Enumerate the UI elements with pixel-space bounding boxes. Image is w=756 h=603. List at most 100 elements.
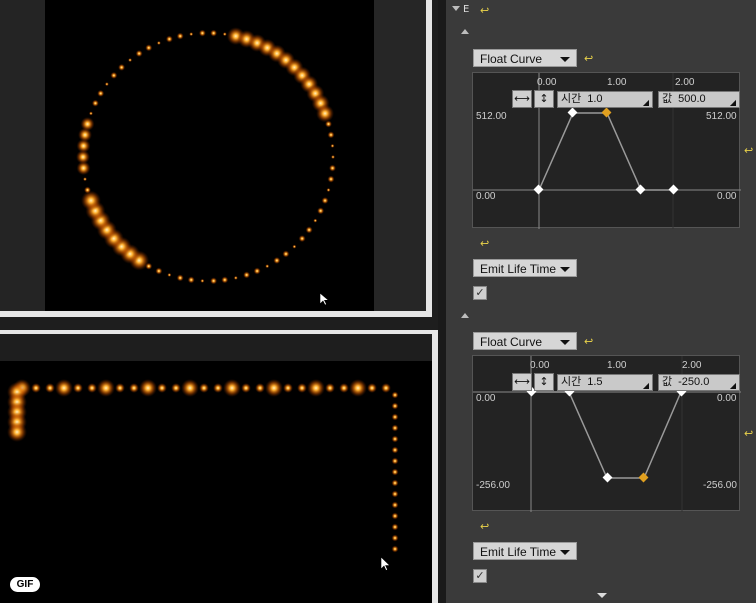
mouse-cursor-icon	[380, 556, 391, 571]
particle	[91, 99, 99, 107]
particle	[115, 383, 125, 393]
emit-life-time-dropdown[interactable]: Emit Life Time	[473, 542, 577, 560]
enabled-checkbox[interactable]: ✓	[473, 569, 487, 583]
value-value: -250.0	[678, 376, 710, 388]
enabled-checkbox[interactable]: ✓	[473, 286, 487, 300]
fit-vertical-button[interactable]: ↕	[534, 373, 554, 391]
key-time-field[interactable]: 시간 1.5 ◢	[557, 374, 653, 391]
particle	[167, 272, 172, 277]
expand-arrow-icon[interactable]	[452, 6, 460, 11]
particle	[391, 479, 399, 487]
particle-path	[7, 379, 399, 553]
particle	[391, 545, 399, 553]
key-time-field[interactable]: 시간 1.0 ◢	[557, 91, 653, 108]
fit-horizontal-button[interactable]: ⟷	[512, 90, 532, 108]
particle	[330, 143, 335, 148]
y-max-label: 0.00	[476, 393, 496, 404]
chevron-down-icon	[560, 550, 570, 555]
particle	[331, 155, 335, 159]
particle	[104, 82, 109, 87]
particle	[118, 63, 126, 71]
particle	[181, 379, 199, 397]
particle	[327, 175, 335, 183]
particle	[187, 276, 195, 284]
particle	[165, 35, 173, 43]
curve-type-dropdown[interactable]: Float Curve	[473, 49, 577, 67]
value-value: 500.0	[678, 93, 706, 105]
axis-tick-label: 0.00	[537, 77, 557, 88]
particle	[305, 226, 313, 234]
reset-to-default-icon[interactable]: ↩	[480, 5, 489, 16]
section-label: E	[463, 4, 470, 15]
particle	[189, 32, 194, 37]
emit-life-time-dropdown[interactable]: Emit Life Time	[473, 259, 577, 277]
particle	[391, 402, 399, 410]
particle	[73, 383, 83, 393]
chevron-down-icon	[560, 57, 570, 62]
resize-corner-icon: ◢	[729, 381, 736, 390]
particle	[316, 104, 335, 123]
particle	[7, 422, 27, 442]
particle	[328, 164, 336, 172]
key-value-field[interactable]: 값 500.0 ◢	[658, 91, 740, 108]
reset-to-default-icon[interactable]: ↩	[584, 336, 593, 347]
fit-horizontal-button[interactable]: ⟷	[512, 373, 532, 391]
particle	[97, 379, 115, 397]
fit-vertical-button[interactable]: ↕	[534, 90, 554, 108]
particle	[176, 274, 184, 282]
collapse-arrow-icon[interactable]	[461, 313, 469, 318]
particle	[83, 177, 88, 182]
particle	[391, 523, 399, 531]
reset-to-default-icon[interactable]: ↩	[584, 53, 593, 64]
particle	[391, 468, 399, 476]
time-label: 시간	[561, 93, 582, 105]
y-max-label: 512.00	[476, 111, 507, 122]
y-min-label: -256.00	[703, 480, 737, 491]
chevron-down-icon	[560, 267, 570, 272]
particle	[307, 379, 325, 397]
reset-to-default-icon[interactable]: ↩	[480, 238, 489, 249]
particle	[31, 383, 41, 393]
particle	[265, 379, 283, 397]
reset-to-default-icon[interactable]: ↩	[480, 521, 489, 532]
curve-type-dropdown[interactable]: Float Curve	[473, 332, 577, 350]
particle	[327, 131, 335, 139]
particle	[171, 383, 181, 393]
axis-tick-label: 1.00	[607, 360, 627, 371]
particle	[297, 383, 307, 393]
splitter[interactable]	[438, 0, 446, 603]
scroll-down-arrow-icon[interactable]	[597, 593, 607, 598]
reset-to-default-icon[interactable]: ↩	[744, 428, 753, 439]
particle	[110, 71, 118, 79]
particle	[326, 187, 331, 192]
particle	[139, 379, 157, 397]
particle	[391, 457, 399, 465]
particle	[129, 383, 139, 393]
particle	[221, 276, 229, 284]
particle	[265, 264, 270, 269]
particle	[128, 58, 133, 63]
particle-overlay	[7, 27, 399, 571]
curve-editor-1[interactable]: 0.00 1.00 2.00 ⟷ ↕ 시간 1.0 ◢ 값 500.0 ◢ 512.00…	[472, 72, 741, 229]
collapse-arrow-icon[interactable]	[461, 29, 469, 34]
particle	[200, 278, 205, 283]
chevron-down-icon	[560, 340, 570, 345]
key-value-field[interactable]: 값 -250.0 ◢	[658, 374, 740, 391]
reset-to-default-icon[interactable]: ↩	[744, 145, 753, 156]
particle	[198, 29, 206, 37]
particle	[210, 277, 218, 285]
particle	[317, 207, 325, 215]
axis-tick-label: 2.00	[675, 77, 695, 88]
particle	[391, 501, 399, 509]
resize-corner-icon: ◢	[729, 98, 736, 107]
particle	[273, 256, 281, 264]
dropdown-label: Emit Life Time	[480, 545, 557, 559]
particle	[339, 383, 349, 393]
dropdown-label: Float Curve	[480, 52, 543, 66]
gif-badge: GIF	[10, 577, 40, 592]
mouse-cursor-icon	[319, 292, 330, 306]
particle	[145, 44, 153, 52]
curve-editor-2[interactable]: 0.00 1.00 2.00 ⟷ ↕ 시간 1.5 ◢ 값 -250.0 ◢ 0.00 …	[472, 355, 741, 512]
particle	[55, 379, 73, 397]
particle	[223, 379, 241, 397]
